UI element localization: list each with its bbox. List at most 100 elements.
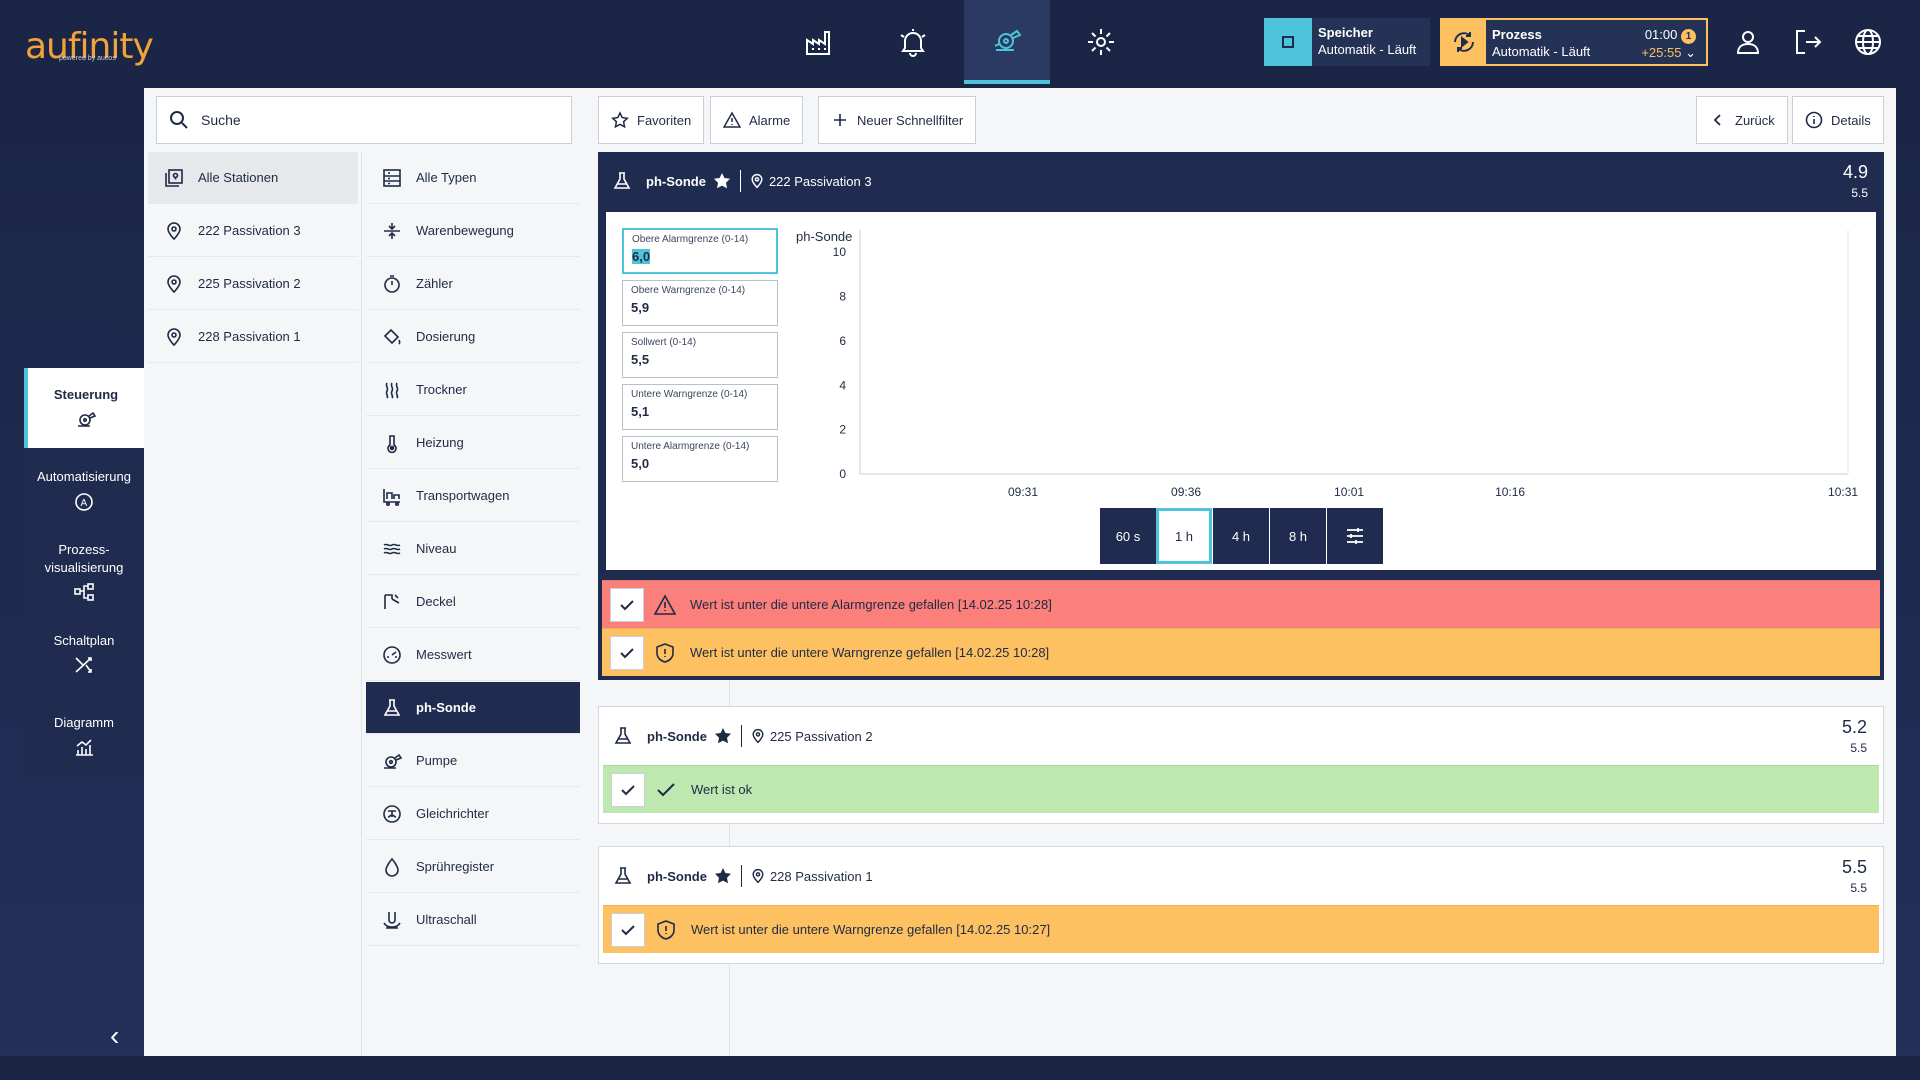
station-item-222[interactable]: 222 Passivation 3 xyxy=(148,205,358,257)
star-filled-icon[interactable] xyxy=(713,726,733,746)
type-item[interactable]: Transportwagen xyxy=(366,470,580,522)
type-label: Dosierung xyxy=(416,329,476,344)
dryer-icon xyxy=(385,382,399,399)
type-item-ph-probe[interactable]: ph-Sonde xyxy=(366,682,580,734)
type-item[interactable]: Gleichrichter xyxy=(366,788,580,840)
ultrasound-icon xyxy=(383,911,401,929)
type-item[interactable]: Messwert xyxy=(366,629,580,681)
globe-icon[interactable] xyxy=(1852,26,1884,58)
current-value: 5.5 xyxy=(1841,857,1867,877)
type-item[interactable]: Ultraschall xyxy=(366,894,580,946)
chart-icon xyxy=(76,739,93,756)
range-8h-button[interactable]: 8 h xyxy=(1270,508,1326,564)
type-label: Messwert xyxy=(416,647,472,662)
card-header[interactable]: ph-Sonde 228 Passivation 1 5.5 5.5 xyxy=(599,847,1883,905)
x-tick-label: 10:31 xyxy=(1828,485,1858,499)
sidenav-item-label: Prozess-visualisierung xyxy=(44,542,124,575)
sidenav-item-process-visualization[interactable]: Prozess-visualisierung xyxy=(24,532,144,612)
new-filter-button[interactable]: Neuer Schnellfilter xyxy=(818,96,977,144)
type-item[interactable]: Heizung xyxy=(366,417,580,469)
acknowledge-button[interactable] xyxy=(611,912,645,947)
chart-settings-button[interactable] xyxy=(1327,508,1383,564)
range-4h-button[interactable]: 4 h xyxy=(1213,508,1269,564)
stations-icon xyxy=(165,168,183,187)
location-pin-icon xyxy=(751,173,763,189)
sidenav-item-chart[interactable]: Diagramm xyxy=(24,696,144,776)
type-label: Gleichrichter xyxy=(416,806,489,821)
sidenav-item-label: Schaltplan xyxy=(53,633,115,648)
details-button[interactable]: Details xyxy=(1792,96,1884,144)
check-icon xyxy=(620,647,634,658)
favorites-button[interactable]: Favoriten xyxy=(598,96,705,144)
user-icon[interactable] xyxy=(1732,26,1764,58)
type-item[interactable]: Deckel xyxy=(366,576,580,628)
station-item-all[interactable]: Alle Stationen xyxy=(148,152,358,204)
setpoint-field[interactable]: Sollwert (0-14) 5,5 xyxy=(622,332,778,378)
upper-alarm-limit-field[interactable]: Obere Alarmgrenze (0-14) 6,0 xyxy=(622,228,778,274)
type-label: Ultraschall xyxy=(416,912,477,927)
star-filled-icon[interactable] xyxy=(712,171,732,191)
lower-alarm-limit-field[interactable]: Untere Alarmgrenze (0-14) 5,0 xyxy=(622,436,778,482)
flask-icon xyxy=(614,727,632,744)
plus-icon xyxy=(834,114,846,126)
location-pin-icon xyxy=(752,868,764,884)
alarms-button[interactable]: Alarme xyxy=(710,96,804,144)
flask-icon xyxy=(614,867,632,884)
field-label: Untere Alarmgrenze (0-14) xyxy=(631,441,750,452)
acknowledge-button[interactable] xyxy=(611,772,645,807)
type-item[interactable]: Dosierung xyxy=(366,311,580,363)
new-filter-label: Neuer Schnellfilter xyxy=(857,112,964,128)
upper-warning-limit-field[interactable]: Obere Warngrenze (0-14) 5,9 xyxy=(622,280,778,326)
svg-text:A: A xyxy=(81,498,88,509)
type-item[interactable]: Pumpe xyxy=(366,735,580,787)
message-text: Wert ist unter die untere Alarmgrenze ge… xyxy=(690,597,1052,612)
chevron-down-icon[interactable]: ⌄ xyxy=(1685,45,1696,60)
type-item[interactable]: Zähler xyxy=(366,258,580,310)
back-button[interactable]: Zurück xyxy=(1696,96,1788,144)
warning-message-row: Wert ist unter die untere Warngrenze gef… xyxy=(602,628,1880,676)
chart-panel: Obere Alarmgrenze (0-14) 6,0 Obere Warng… xyxy=(606,212,1876,570)
station-item-228[interactable]: 228 Passivation 1 xyxy=(148,311,358,363)
level-icon xyxy=(383,543,401,554)
collapse-sidebar-button[interactable]: ‹ xyxy=(110,1020,119,1052)
type-item[interactable]: Warenbewegung xyxy=(366,205,580,257)
sidenav-item-circuit[interactable]: Schaltplan xyxy=(24,614,144,694)
star-filled-icon[interactable] xyxy=(713,866,733,886)
drop-icon xyxy=(385,857,399,877)
type-item[interactable]: Trockner xyxy=(366,364,580,416)
type-item[interactable]: Niveau xyxy=(366,523,580,575)
sidenav-item-control[interactable]: Steuerung xyxy=(24,368,144,448)
card-header[interactable]: ph-Sonde 225 Passivation 2 5.2 5.5 xyxy=(599,707,1883,765)
process-status[interactable]: Prozess Automatik - Läuft 01:00 1 +25:55… xyxy=(1440,18,1708,66)
lower-warning-limit-field[interactable]: Untere Warngrenze (0-14) 5,1 xyxy=(622,384,778,430)
type-label: Alle Typen xyxy=(416,170,477,185)
nav-control[interactable] xyxy=(964,0,1050,84)
type-label: Zähler xyxy=(416,276,453,291)
nav-settings[interactable] xyxy=(1058,0,1144,84)
alarms-label: Alarme xyxy=(749,112,791,128)
station-item-225[interactable]: 225 Passivation 2 xyxy=(148,258,358,310)
ph-chart: ph-Sonde 0 2 4 6 8 10 09:31 09:36 10:01 10:16 10:… xyxy=(796,229,1858,499)
logout-icon[interactable] xyxy=(1792,26,1824,58)
station-label: 225 Passivation 2 xyxy=(198,276,301,291)
range-60s-button[interactable]: 60 s xyxy=(1100,508,1156,564)
location-pin-icon xyxy=(167,274,181,293)
nav-alarms[interactable] xyxy=(870,0,956,84)
goods-movement-icon xyxy=(384,222,400,239)
type-item[interactable]: Alle Typen xyxy=(366,152,580,204)
check-icon xyxy=(620,599,634,610)
sidenav-item-automation[interactable]: Automatisierung A xyxy=(24,450,144,530)
acknowledge-button[interactable] xyxy=(610,635,644,670)
acknowledge-button[interactable] xyxy=(610,587,644,622)
nav-factory[interactable] xyxy=(776,0,862,84)
search-input[interactable]: Suche xyxy=(156,96,572,144)
check-icon xyxy=(621,784,635,795)
flask-icon xyxy=(383,698,401,716)
location-pin-icon xyxy=(752,728,764,744)
card-header[interactable]: ph-Sonde 222 Passivation 3 4.9 5.5 xyxy=(598,152,1884,210)
type-item[interactable]: Sprühregister xyxy=(366,841,580,893)
current-value: 4.9 xyxy=(1842,162,1868,182)
storage-status[interactable]: Speicher Automatik - Läuft xyxy=(1264,18,1430,66)
range-1h-button[interactable]: 1 h xyxy=(1156,508,1212,564)
circuit-icon xyxy=(75,657,92,673)
